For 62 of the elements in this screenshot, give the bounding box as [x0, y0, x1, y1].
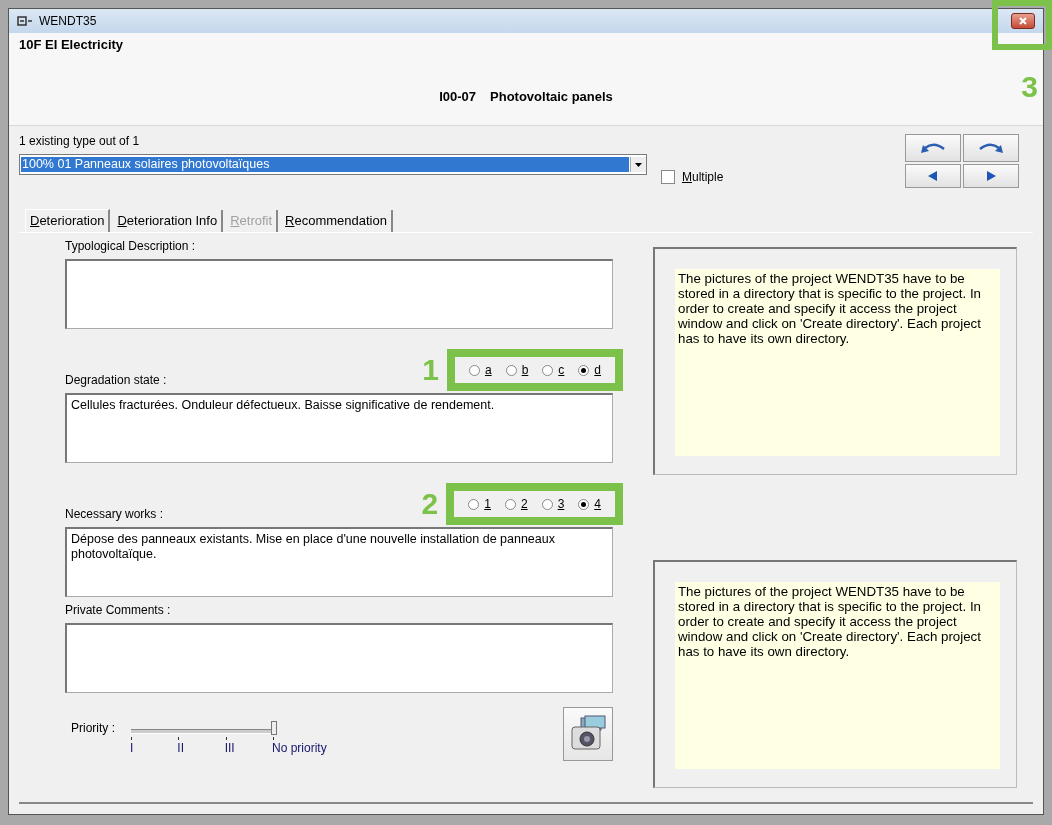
text-area[interactable]	[65, 623, 613, 693]
info-note: The pictures of the project WENDT35 have to be stored in a directory that is specific to the project. In order to create and specify it access the project window and click on 'Create directory'. Each project has to have its own directory.	[675, 582, 1000, 769]
close-icon	[1018, 17, 1028, 25]
priority-label: Priority :	[71, 721, 115, 737]
callout-number: 2	[421, 487, 439, 521]
tab[interactable]: Recommendation	[281, 210, 393, 232]
type-count-label: 1 existing type out of 1	[19, 134, 141, 148]
window-title: WENDT35	[39, 14, 97, 28]
tick-label: I	[130, 741, 134, 755]
text-area[interactable]: Cellules fracturées. Onduleur défectueux. Baisse significative de rendement.	[65, 393, 613, 463]
curved-arrow-left-icon	[920, 141, 946, 155]
radio-button[interactable]	[578, 498, 590, 510]
tick-label: III	[224, 741, 235, 755]
type-dropdown[interactable]: 100% 01 Panneaux solaires photovoltaïques	[19, 154, 647, 175]
callout-frame	[992, 0, 1052, 50]
previous-button[interactable]	[905, 164, 961, 188]
category-title: 10F EI Electricity	[19, 37, 124, 52]
element-title: Photovoltaic panels	[490, 89, 613, 104]
radio-button[interactable]	[542, 364, 554, 376]
radio-label: a	[484, 363, 492, 377]
checkbox[interactable]	[661, 170, 675, 184]
field-label: Degradation state :	[65, 373, 167, 389]
info-note: The pictures of the project WENDT35 have to be stored in a directory that is specific to the project. In order to create and specify it access the project window and click on 'Create directory'. Each project has to have its own directory.	[675, 269, 1000, 456]
undo-button[interactable]	[905, 134, 961, 162]
radio-button[interactable]	[541, 498, 553, 510]
triangle-right-icon	[986, 171, 996, 181]
radio-button[interactable]	[505, 364, 517, 376]
dropdown-arrow-icon	[635, 162, 642, 167]
text-area[interactable]	[65, 259, 613, 329]
field-label: Private Comments :	[65, 603, 171, 619]
field-label: Typological Description :	[65, 239, 196, 255]
callout-number: 3	[1021, 70, 1038, 104]
triangle-left-icon	[928, 171, 938, 181]
radio-button[interactable]	[504, 498, 516, 510]
text-area[interactable]: Dépose des panneaux existants. Mise en place d'une nouvelle installation de panneaux photovoltaïque.	[65, 527, 613, 597]
radio-label: 3	[557, 497, 565, 511]
callout-number: 1	[422, 353, 439, 387]
radio-label: 4	[594, 497, 601, 511]
curved-arrow-right-icon	[978, 141, 1004, 155]
radio-label: c	[558, 363, 565, 377]
tick-label: No priority	[272, 741, 327, 755]
next-button[interactable]	[963, 164, 1019, 188]
radio-label: d	[594, 363, 601, 377]
tab[interactable]: Deterioration Info	[113, 210, 224, 232]
radio-button[interactable]	[578, 364, 590, 376]
radio-button[interactable]	[468, 498, 480, 510]
close-button[interactable]	[1011, 13, 1035, 29]
tab[interactable]: Deterioration	[25, 209, 111, 232]
field-label: Necessary works :	[65, 507, 164, 523]
window-icon	[17, 15, 33, 27]
radio-label: 1	[484, 497, 491, 511]
radio-label: b	[521, 363, 529, 377]
radio-label: 2	[520, 497, 528, 511]
radio-button[interactable]	[468, 364, 480, 376]
redo-button[interactable]	[963, 134, 1019, 162]
priority-slider[interactable]: I II III No priority	[131, 725, 341, 761]
slider-thumb[interactable]	[271, 721, 277, 735]
camera-button[interactable]	[563, 707, 613, 761]
element-code: I00-07	[439, 89, 477, 104]
checkbox-label: Multiple	[682, 170, 724, 184]
camera-icon	[569, 715, 607, 753]
tick-label: II	[177, 741, 184, 755]
